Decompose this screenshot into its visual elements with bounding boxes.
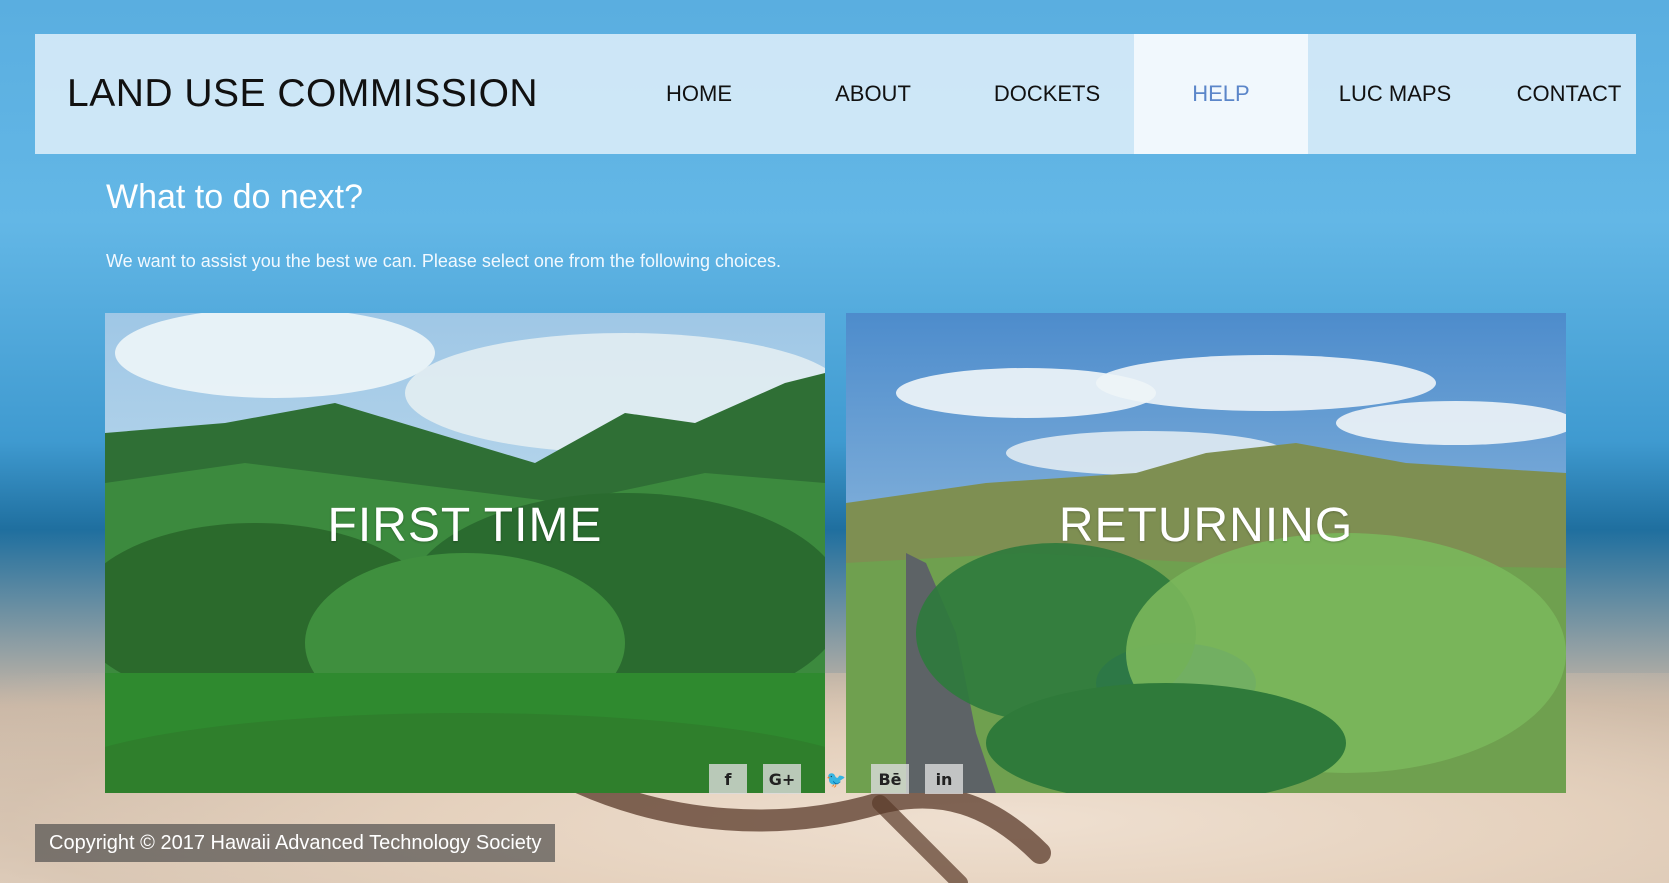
nav-help[interactable]: HELP [1134, 34, 1308, 154]
intro-text: We want to assist you the best we can. P… [106, 251, 782, 271]
page-heading: What to do next? [106, 178, 364, 216]
first-time-tile[interactable]: FIRST TIME [105, 313, 825, 793]
golf-course-image [846, 313, 1566, 793]
nav-home[interactable]: HOME [612, 34, 786, 154]
navbar: LAND USE COMMISSION HOME ABOUT DOCKETS H… [35, 34, 1636, 154]
intro-section: What to do next? We want to assist you t… [106, 178, 1566, 312]
behance-icon[interactable]: Bē [871, 764, 909, 794]
footer-copyright: Copyright © 2017 Hawaii Advanced Technol… [35, 824, 556, 862]
google-plus-icon[interactable]: G+ [763, 764, 801, 794]
site-title[interactable]: LAND USE COMMISSION [35, 34, 612, 154]
returning-tile[interactable]: RETURNING [846, 313, 1566, 793]
nav-luc-maps[interactable]: LUC MAPS [1308, 34, 1482, 154]
nav-dockets[interactable]: DOCKETS [960, 34, 1134, 154]
nav-contact[interactable]: CONTACT [1482, 34, 1656, 154]
twitter-icon[interactable]: 🐦 [817, 764, 855, 794]
main-nav: HOME ABOUT DOCKETS HELP LUC MAPS CONTACT [612, 34, 1656, 154]
returning-label: RETURNING [1058, 499, 1354, 552]
linkedin-icon[interactable]: in [925, 764, 963, 794]
first-time-label: FIRST TIME [327, 499, 603, 552]
social-links: f G+ 🐦 Bē in [709, 764, 963, 794]
forest-image [105, 313, 825, 793]
facebook-icon[interactable]: f [709, 764, 747, 794]
nav-about[interactable]: ABOUT [786, 34, 960, 154]
choice-tiles: FIRST TIME RETURNING [105, 313, 1566, 793]
